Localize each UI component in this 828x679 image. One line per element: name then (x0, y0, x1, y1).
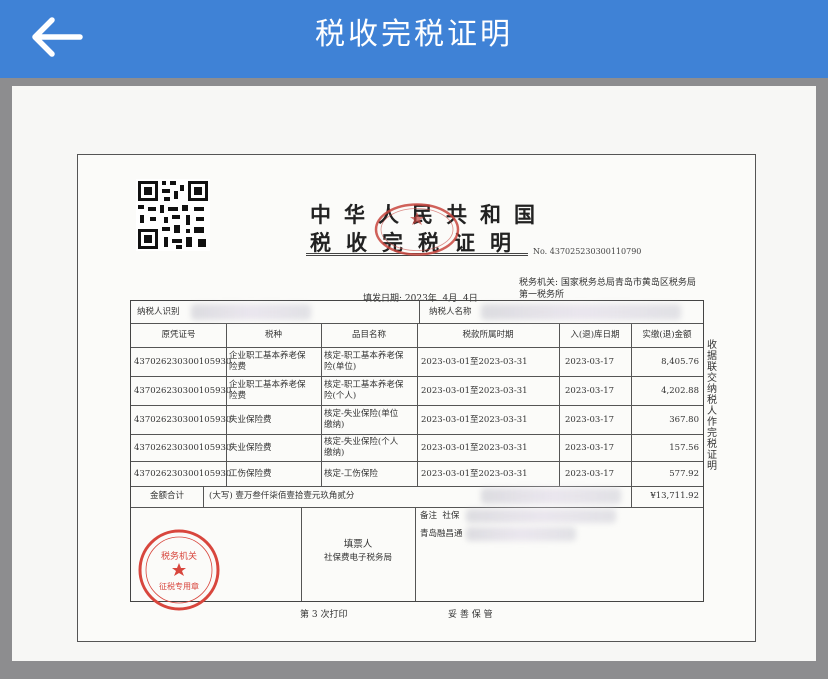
redacted-taxpayer-id (191, 304, 311, 320)
row3-period: 2023-03-01至2023-03-31 (421, 415, 528, 425)
row5-amount: 577.92 (669, 469, 699, 479)
header-voucher-no: 原凭证号 (161, 330, 196, 340)
row3-voucher: 437026230300105930 (134, 415, 232, 425)
header-tax-period: 税款所属时期 (462, 330, 514, 340)
row5-date: 2023-03-17 (565, 469, 615, 479)
total-amount: ¥13,711.92 (650, 491, 699, 501)
row3-amount: 367.80 (669, 415, 699, 425)
taxpayer-id-label: 纳税人识别 (137, 307, 180, 317)
redacted-remark (466, 509, 616, 523)
row4-voucher: 437026230300105930 (134, 443, 232, 453)
page-title: 税收完税证明 (315, 17, 513, 52)
row3-tax-type: 失业保险费 (229, 415, 272, 425)
row4-period: 2023-03-01至2023-03-31 (421, 443, 528, 453)
red-oval-seal-icon (374, 203, 460, 256)
app-bar: 税收完税证明 (0, 0, 828, 78)
row2-item: 核定-职工基本养老保 险(个人) (324, 380, 404, 401)
keep-safe-note: 妥 善 保 管 (448, 610, 493, 620)
header-tax-type: 税种 (264, 330, 282, 340)
certificate-number: No. 437025230300110790 (533, 247, 642, 256)
row3-item: 核定-失业保险(单位 缴纳) (324, 409, 399, 430)
row4-date: 2023-03-17 (565, 443, 615, 453)
redacted-remark-line2 (466, 527, 576, 541)
remark-label: 备注 社保 (420, 511, 460, 521)
row2-date: 2023-03-17 (565, 386, 615, 396)
row3-date: 2023-03-17 (565, 415, 615, 425)
row5-period: 2023-03-01至2023-03-31 (421, 469, 528, 479)
row5-item: 核定-工伤保险 (324, 469, 378, 479)
row2-amount: 4,202.88 (661, 386, 699, 396)
row2-period: 2023-03-01至2023-03-31 (421, 386, 528, 396)
header-entry-date: 入(退)库日期 (570, 330, 620, 340)
taxpayer-name-label: 纳税人名称 (429, 307, 472, 317)
header-amount: 实缴(退)金额 (642, 330, 692, 340)
tax-office: 税务机关: 国家税务总局青岛市黄岛区税务局第一税务所 (519, 277, 699, 301)
total-in-words: (大写) 壹万叁仟柒佰壹拾壹元玖角贰分 (209, 491, 355, 501)
filler-value: 社保费电子税务局 (323, 553, 392, 563)
side-note: 收据联交纳税人作完税证明 (707, 340, 717, 472)
tax-office-seal-icon: 税务机关 征税专用章 (138, 529, 220, 611)
redacted-total-area (481, 488, 621, 504)
seal-subtext: 征税专用章 (159, 581, 199, 591)
print-count: 第 3 次打印 (300, 610, 348, 620)
tax-office-label: 税务机关: (519, 278, 559, 288)
document-viewer[interactable]: 中华人民共和国 税收完税证明 No. 437025230300110790 税务… (0, 78, 828, 679)
row1-date: 2023-03-17 (565, 357, 615, 367)
row2-voucher: 437026230300105930 (134, 386, 232, 396)
tax-certificate: 中华人民共和国 税收完税证明 No. 437025230300110790 税务… (77, 154, 756, 642)
filler-label: 填票人 (343, 539, 373, 550)
row2-tax-type: 企业职工基本养老保 险费 (229, 380, 306, 401)
row1-voucher: 437026230300105930 (134, 357, 232, 367)
row5-tax-type: 工伤保险费 (229, 469, 272, 479)
row5-voucher: 437026230300105930 (134, 469, 232, 479)
redacted-taxpayer-name (481, 304, 681, 320)
seal-text: 税务机关 (161, 550, 197, 562)
row1-period: 2023-03-01至2023-03-31 (421, 357, 528, 367)
document-page: 中华人民共和国 税收完税证明 No. 437025230300110790 税务… (12, 86, 816, 661)
qr-code (136, 179, 210, 251)
remark-company: 青岛融昌通 (420, 529, 463, 539)
row1-item: 核定-职工基本养老保 险(单位) (324, 351, 404, 372)
row4-tax-type: 失业保险费 (229, 443, 272, 453)
header-item-name: 品目名称 (351, 330, 386, 340)
total-label: 金额合计 (149, 491, 184, 501)
row4-item: 核定-失业保险(个人 缴纳) (324, 437, 399, 458)
row4-amount: 157.56 (669, 443, 699, 453)
row1-amount: 8,405.76 (661, 357, 699, 367)
row1-tax-type: 企业职工基本养老保 险费 (229, 351, 306, 372)
